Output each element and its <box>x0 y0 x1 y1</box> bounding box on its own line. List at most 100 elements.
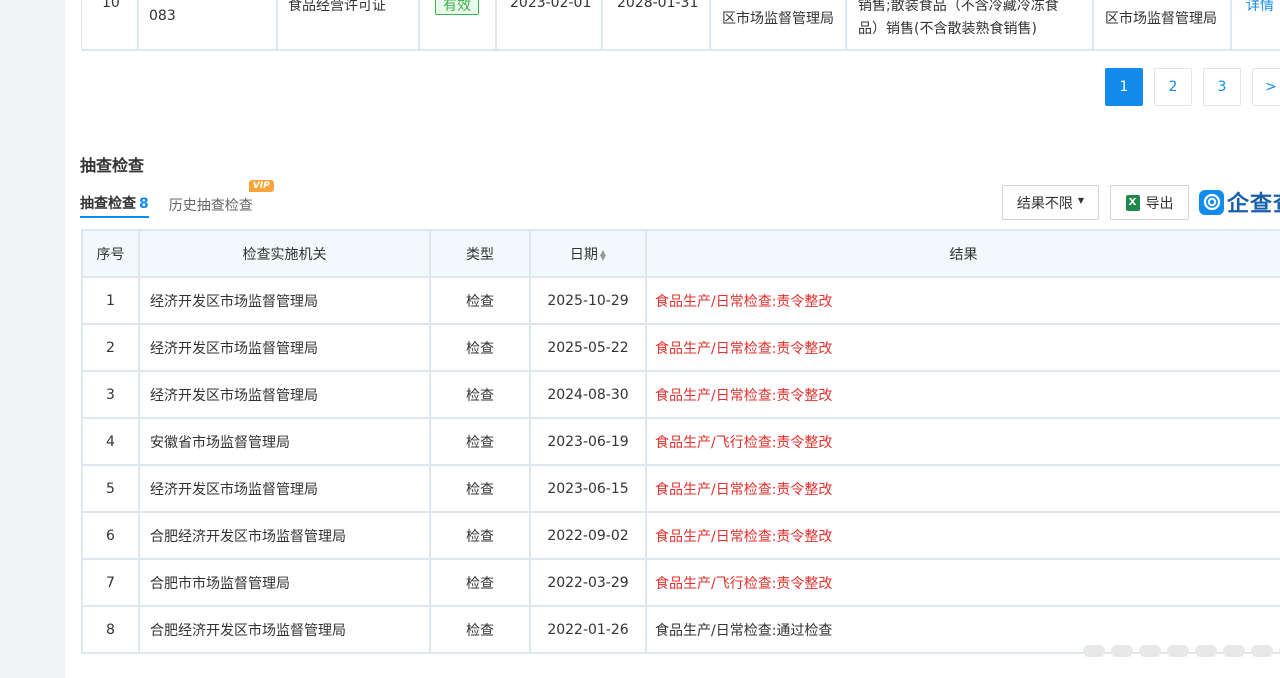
row-result: 食品生产/日常检查:责令整改 <box>645 464 1280 513</box>
tab-inspection-count: 8 <box>139 196 149 212</box>
table-header-row: 序号 检查实施机关 类型 日期 ▲ ▼ 结果 <box>81 229 1280 278</box>
row-result: 食品生产/日常检查:责令整改 <box>645 323 1280 372</box>
license-end-date: 2028-01-31 <box>617 0 699 11</box>
header-result: 结果 <box>645 229 1280 278</box>
tab-history-inspection[interactable]: 历史抽查检查 VIP <box>168 180 274 218</box>
tab-inspection-label: 抽查检查 <box>80 196 136 212</box>
row-result: 食品生产/飞行检查:责令整改 <box>645 417 1280 466</box>
detail-link[interactable]: 详情 <box>1246 0 1274 15</box>
row-date: 2025-05-22 <box>529 323 647 372</box>
license-table-row: 10 083 食品经营许可证 有效 2023-02-01 2028-01-31 … <box>81 0 1280 51</box>
row-date: 2025-10-29 <box>529 276 647 325</box>
brand-icon <box>1199 189 1224 215</box>
row-result: 食品生产/飞行检查:责令整改 <box>645 558 1280 607</box>
license-issuer-cell: 区市场监督管理局 <box>711 0 847 49</box>
license-end-cell: 2028-01-31 <box>603 0 711 49</box>
license-start-date: 2023-02-01 <box>510 0 592 11</box>
row-type: 检查 <box>429 605 531 654</box>
sort-icon[interactable]: ▲ ▼ <box>600 248 606 261</box>
row-type: 检查 <box>429 464 531 513</box>
license-index: 10 <box>102 0 120 11</box>
license-issuer2-cell: 区市场监督管理局 <box>1094 0 1232 49</box>
brand-logo: 企查查 <box>1199 186 1280 218</box>
license-scope-line2: 品）销售(不含散装熟食销售) <box>858 21 1037 37</box>
page-1-button[interactable]: 1 <box>1105 68 1143 106</box>
license-detail-cell: 详情 <box>1232 0 1280 49</box>
row-org: 经济开发区市场监督管理局 <box>138 370 431 419</box>
row-org: 合肥经济开发区市场监督管理局 <box>138 511 431 560</box>
license-start-cell: 2023-02-01 <box>497 0 603 49</box>
brand-text: 企查查 <box>1227 192 1280 217</box>
header-date-label: 日期 <box>569 246 598 263</box>
row-org: 合肥经济开发区市场监督管理局 <box>138 605 431 654</box>
row-index: 1 <box>81 276 140 325</box>
row-date: 2023-06-19 <box>529 417 647 466</box>
result-filter-label: 结果不限 <box>1016 195 1073 212</box>
export-label: 导出 <box>1145 195 1174 212</box>
inspection-table-body: 1 经济开发区市场监督管理局 检查 2025-10-29 食品生产/日常检查:责令整改 2… <box>81 276 1280 654</box>
vip-badge: VIP <box>248 180 274 192</box>
license-type-cell: 食品经营许可证 <box>278 0 420 49</box>
row-type: 检查 <box>429 323 531 372</box>
row-result: 食品生产/日常检查:责令整改 <box>645 276 1280 325</box>
license-issuer2: 区市场监督管理局 <box>1105 11 1217 27</box>
license-scope-cell: 销售;散装食品（不含冷藏冷冻食 品）销售(不含散装熟食销售) <box>847 0 1094 49</box>
row-org: 经济开发区市场监督管理局 <box>138 276 431 325</box>
row-index: 2 <box>81 323 140 372</box>
table-row: 3 经济开发区市场监督管理局 检查 2024-08-30 食品生产/日常检查:责令整改 <box>81 370 1280 419</box>
header-index: 序号 <box>81 229 140 278</box>
row-date: 2023-06-15 <box>529 464 647 513</box>
license-index-cell: 10 <box>82 0 139 49</box>
main-panel: 10 083 食品经营许可证 有效 2023-02-01 2028-01-31 … <box>65 0 1280 678</box>
section-title: 抽查检查 <box>80 156 145 175</box>
page-2-button[interactable]: 2 <box>1154 68 1192 106</box>
row-type: 检查 <box>429 276 531 325</box>
license-scope-line1: 销售;散装食品（不含冷藏冷冻食 <box>858 0 1059 14</box>
section-tabs: 抽查检查 8 历史抽查检查 VIP <box>80 180 274 218</box>
table-row: 6 合肥经济开发区市场监督管理局 检查 2022-09-02 食品生产/日常检查:责令整… <box>81 511 1280 560</box>
row-result: 食品生产/日常检查:责令整改 <box>645 511 1280 560</box>
license-code-cell: 083 <box>139 0 278 49</box>
license-code: 083 <box>149 8 176 24</box>
row-type: 检查 <box>429 558 531 607</box>
row-date: 2022-09-02 <box>529 511 647 560</box>
row-date: 2022-03-29 <box>529 558 647 607</box>
next-page-button[interactable]: > <box>1252 68 1280 106</box>
row-index: 7 <box>81 558 140 607</box>
result-filter-dropdown[interactable]: 结果不限 ▼ <box>1002 185 1099 220</box>
table-row: 5 经济开发区市场监督管理局 检查 2023-06-15 食品生产/日常检查:责令整改 <box>81 464 1280 513</box>
export-button[interactable]: X 导出 <box>1110 185 1189 220</box>
header-type: 类型 <box>429 229 531 278</box>
caret-down-icon: ▼ <box>1077 196 1085 205</box>
table-row: 4 安徽省市场监督管理局 检查 2023-06-19 食品生产/飞行检查:责令整改 <box>81 417 1280 466</box>
row-org: 安徽省市场监督管理局 <box>138 417 431 466</box>
table-row: 2 经济开发区市场监督管理局 检查 2025-05-22 食品生产/日常检查:责令整改 <box>81 323 1280 372</box>
header-org: 检查实施机关 <box>138 229 431 278</box>
table-row: 7 合肥市市场监督管理局 检查 2022-03-29 食品生产/飞行检查:责令整改 <box>81 558 1280 607</box>
status-badge: 有效 <box>435 0 479 15</box>
row-index: 5 <box>81 464 140 513</box>
license-issuer: 区市场监督管理局 <box>722 11 834 27</box>
header-date[interactable]: 日期 ▲ ▼ <box>529 229 647 278</box>
row-type: 检查 <box>429 370 531 419</box>
tab-inspection[interactable]: 抽查检查 8 <box>80 193 149 218</box>
row-org: 经济开发区市场监督管理局 <box>138 323 431 372</box>
tab-history-label: 历史抽查检查 <box>168 198 253 214</box>
row-index: 8 <box>81 605 140 654</box>
row-date: 2022-01-26 <box>529 605 647 654</box>
table-row: 1 经济开发区市场监督管理局 检查 2025-10-29 食品生产/日常检查:责令整改 <box>81 276 1280 325</box>
row-org: 经济开发区市场监督管理局 <box>138 464 431 513</box>
watermark <box>1083 645 1280 657</box>
row-type: 检查 <box>429 417 531 466</box>
row-result: 食品生产/日常检查:责令整改 <box>645 370 1280 419</box>
license-type: 食品经营许可证 <box>288 0 386 14</box>
row-org: 合肥市市场监督管理局 <box>138 558 431 607</box>
excel-icon: X <box>1125 194 1140 211</box>
row-index: 3 <box>81 370 140 419</box>
page-3-button[interactable]: 3 <box>1203 68 1241 106</box>
row-index: 6 <box>81 511 140 560</box>
row-index: 4 <box>81 417 140 466</box>
row-type: 检查 <box>429 511 531 560</box>
pagination: 1 2 3 > <box>1105 68 1280 106</box>
row-date: 2024-08-30 <box>529 370 647 419</box>
